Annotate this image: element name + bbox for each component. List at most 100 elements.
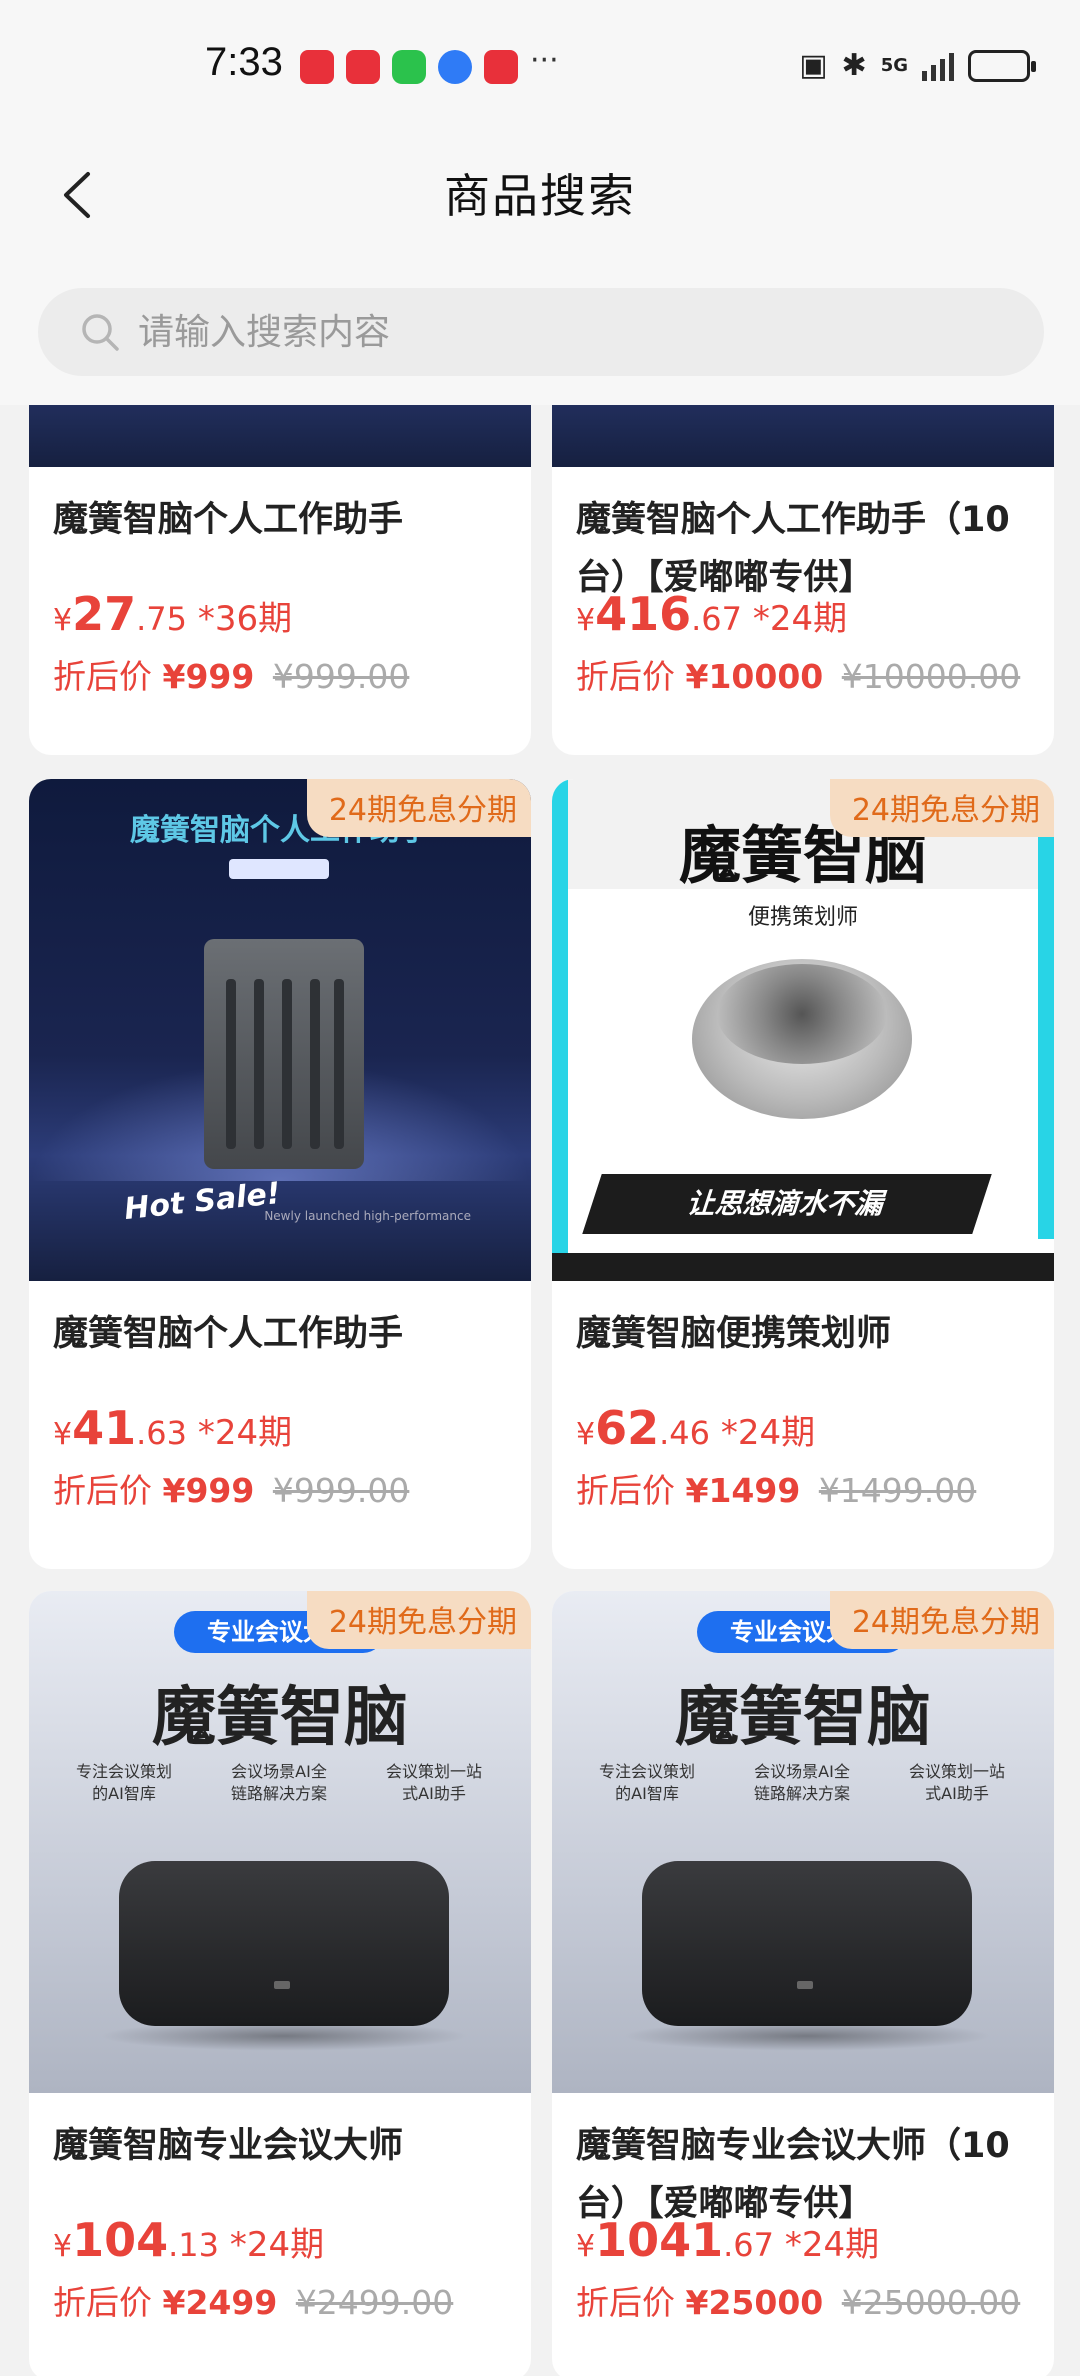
discount-price: ¥999 — [162, 657, 255, 696]
installment-price: ¥1041.67 *24期 — [576, 2213, 879, 2267]
image-feature: 会议场景AI全链路解决方案 — [753, 1762, 850, 1803]
product-image: 魔簧智脑 便携策划师 让思想滴水不漏 — [552, 779, 1054, 1281]
product-card[interactable]: 魔簧智脑个人工作助手 Hot Sale! Newly launched high… — [29, 779, 531, 1569]
product-title: 魔簧智脑个人工作助手 — [53, 1314, 404, 1354]
original-price: ¥999.00 — [272, 1471, 410, 1510]
discount-price: ¥999 — [162, 1471, 255, 1510]
installment-count: *24期 — [720, 1413, 816, 1453]
price-integer: 62 — [595, 1401, 660, 1455]
bluetooth-icon: ✱ — [841, 48, 867, 83]
hot-sale-text: Hot Sale! — [122, 1175, 283, 1228]
image-slogan: 让思想滴水不漏 — [582, 1174, 992, 1234]
installment-count: *24期 — [197, 1413, 293, 1453]
discount-price-line: 折后价 ¥2499 ¥2499.00 — [53, 2276, 453, 2324]
promo-badge: 24期免息分期 — [306, 1591, 531, 1649]
price-decimal: .13 — [168, 2226, 220, 2264]
original-price: ¥25000.00 — [841, 2283, 1021, 2322]
product-card[interactable]: 专业会议大师 魔簧智脑 专注会议策划的AI智库 会议场景AI全链路解决方案 会议… — [552, 1591, 1054, 2376]
discount-price-line: 折后价 ¥25000 ¥25000.00 — [576, 2276, 1020, 2324]
page-title: 商品搜索 — [444, 169, 636, 223]
promo-badge: 24期免息分期 — [829, 1591, 1054, 1649]
battery-icon — [968, 49, 1036, 82]
price-integer: 27 — [72, 587, 137, 641]
status-bar: 7:33 ··· ▣ ✱ 5G — [0, 0, 1080, 130]
product-title: 魔簧智脑专业会议大师 — [53, 2126, 404, 2166]
product-card[interactable]: 魔簧智脑 便携策划师 让思想滴水不漏 24期免息分期 魔簧智脑便携策划师 ¥62… — [552, 779, 1054, 1569]
currency-symbol: ¥ — [53, 2229, 73, 2264]
installment-count: *36期 — [197, 599, 293, 639]
image-bottom-band — [552, 1253, 1054, 1281]
price-decimal: .46 — [659, 1414, 710, 1452]
status-time: 7:33 — [205, 40, 283, 84]
installment-price: ¥62.46 *24期 — [576, 1401, 815, 1455]
product-image: 专业会议大师 魔簧智脑 专注会议策划的AI智库 会议场景AI全链路解决方案 会议… — [29, 1591, 531, 2093]
model-tag — [229, 859, 329, 879]
app-notification-icon — [300, 50, 334, 84]
installment-count: *24期 — [752, 599, 848, 639]
device-illustration — [119, 1861, 449, 2026]
discount-label: 折后价 — [576, 2283, 675, 2322]
discount-price-line: 折后价 ¥999 ¥999.00 — [53, 650, 409, 698]
image-feature: 会议场景AI全链路解决方案 — [230, 1762, 327, 1803]
currency-symbol: ¥ — [576, 603, 596, 638]
discount-label: 折后价 — [576, 1471, 675, 1510]
product-image: 专业会议大师 魔簧智脑 专注会议策划的AI智库 会议场景AI全链路解决方案 会议… — [552, 1591, 1054, 2093]
price-decimal: .63 — [136, 1414, 187, 1452]
installment-count: *24期 — [229, 2225, 325, 2265]
price-decimal: .67 — [691, 600, 743, 638]
price-decimal: .67 — [723, 2226, 775, 2264]
device-shadow — [622, 2021, 992, 2051]
product-card[interactable]: 专业会议大师 魔簧智脑 专注会议策划的AI智库 会议场景AI全链路解决方案 会议… — [29, 1591, 531, 2376]
discount-label: 折后价 — [53, 1471, 152, 1510]
product-card[interactable]: 魔簧智脑个人工作助手 ¥27.75 *36期 折后价 ¥999 ¥999.00 — [29, 405, 531, 755]
discount-price: ¥1499 — [685, 1471, 801, 1510]
wechat-notification-icon — [392, 50, 426, 84]
product-grid: 魔簧智脑个人工作助手 ¥27.75 *36期 折后价 ¥999 ¥999.00 … — [0, 405, 1080, 2376]
product-title: 魔簧智脑个人工作助手 — [53, 500, 404, 540]
discount-price-line: 折后价 ¥999 ¥999.00 — [53, 1464, 409, 1512]
app-notification-icon — [484, 50, 518, 84]
nav-header: 商品搜索 — [0, 130, 1080, 280]
product-image — [552, 405, 1054, 467]
installment-price: ¥104.13 *24期 — [53, 2213, 324, 2267]
original-price: ¥999.00 — [272, 657, 410, 696]
installment-count: *24期 — [784, 2225, 880, 2265]
original-price: ¥10000.00 — [841, 657, 1021, 696]
discount-label: 折后价 — [53, 2283, 152, 2322]
search-input[interactable] — [138, 288, 998, 376]
device-illustration — [204, 939, 364, 1169]
search-bar — [0, 280, 1080, 405]
product-image — [29, 405, 531, 467]
image-feature: 专注会议策划的AI智库 — [598, 1762, 695, 1803]
app-notification-icon — [346, 50, 380, 84]
search-box[interactable] — [38, 288, 1044, 376]
device-illustration — [642, 1861, 972, 2026]
more-notifications-icon: ··· — [530, 43, 559, 78]
network-type-label: 5G — [880, 55, 908, 76]
currency-symbol: ¥ — [576, 2229, 596, 2264]
installment-price: ¥416.67 *24期 — [576, 587, 847, 641]
discount-label: 折后价 — [576, 657, 675, 696]
promo-badge: 24期免息分期 — [829, 779, 1054, 837]
image-subtitle: 便携策划师 — [747, 905, 858, 930]
nfc-icon: ▣ — [799, 48, 828, 83]
installment-price: ¥41.63 *24期 — [53, 1401, 292, 1455]
discount-price: ¥2499 — [162, 2283, 278, 2322]
discount-price-line: 折后价 ¥1499 ¥1499.00 — [576, 1464, 976, 1512]
image-feature: 专注会议策划的AI智库 — [75, 1762, 172, 1803]
installment-price: ¥27.75 *36期 — [53, 587, 292, 641]
discount-label: 折后价 — [53, 657, 152, 696]
price-integer: 416 — [595, 587, 692, 641]
currency-symbol: ¥ — [53, 1417, 73, 1452]
speaker-grille — [717, 964, 887, 1064]
original-price: ¥1499.00 — [818, 1471, 977, 1510]
discount-price-line: 折后价 ¥10000 ¥10000.00 — [576, 650, 1020, 698]
currency-symbol: ¥ — [576, 1417, 596, 1452]
image-caption: Newly launched high-performance — [264, 1209, 471, 1223]
product-card[interactable]: 魔簧智脑个人工作助手（10台）【爱嘟嘟专供】 ¥416.67 *24期 折后价 … — [552, 405, 1054, 755]
price-integer: 104 — [72, 2213, 169, 2267]
browser-notification-icon — [438, 50, 472, 84]
discount-price: ¥10000 — [685, 657, 824, 696]
status-indicators: ▣ ✱ 5G — [799, 48, 1036, 83]
price-decimal: .75 — [136, 600, 187, 638]
